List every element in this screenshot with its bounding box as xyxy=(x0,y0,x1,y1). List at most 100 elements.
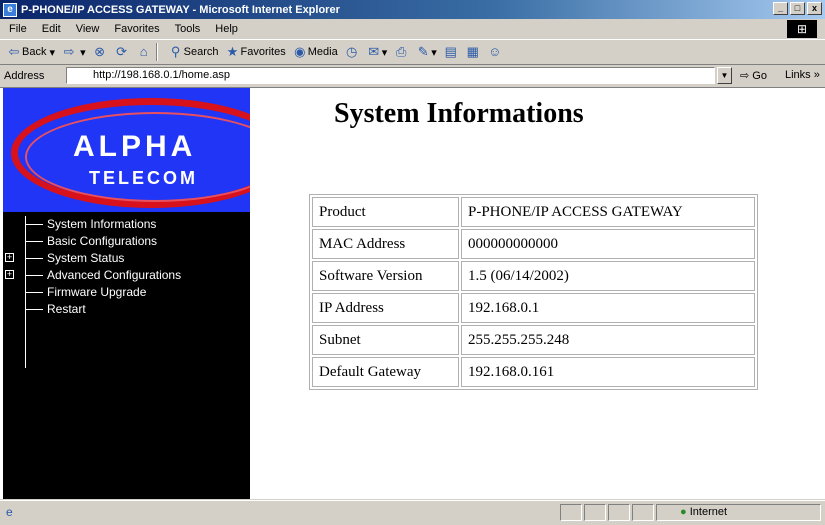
page-title: System Informations xyxy=(334,98,584,129)
favorites-button[interactable]: ★ Favorites xyxy=(224,44,286,60)
print-button[interactable]: ⎙ xyxy=(393,44,409,60)
refresh-icon: ⟳ xyxy=(116,44,128,59)
internet-zone: ● Internet xyxy=(680,506,727,518)
sidebar-item-label: Firmware Upgrade xyxy=(47,285,147,299)
history-icon: ◷ xyxy=(346,44,358,59)
status-cell xyxy=(584,504,606,521)
refresh-button[interactable]: ⟳ xyxy=(114,44,130,60)
discuss-icon: ▤ xyxy=(444,44,457,59)
edit-button[interactable]: ✎ ▾ xyxy=(415,44,437,60)
menu-help[interactable]: Help xyxy=(215,23,238,35)
home-button[interactable]: ⌂ xyxy=(136,44,152,60)
status-bar: e ● Internet xyxy=(0,500,825,525)
sidebar-item-label: Advanced Configurations xyxy=(47,268,182,282)
row-value: 255.255.255.248 xyxy=(461,325,755,355)
status-cell xyxy=(560,504,582,521)
sidebar-item-restart[interactable]: Restart xyxy=(3,301,250,318)
row-value: 192.168.0.161 xyxy=(461,357,755,387)
standard-toolbar: ⇦ Back ▾ ⇨ ▾ ⊗ ⟳ ⌂ ⚲ Search ★ Favorites ◉ Me… xyxy=(0,40,825,65)
address-dropdown-button[interactable]: ▼ xyxy=(717,67,732,84)
status-cell xyxy=(632,504,654,521)
minimize-button[interactable]: _ xyxy=(773,2,788,15)
window-title: P-PHONE/IP ACCESS GATEWAY - Microsoft In… xyxy=(21,3,340,16)
search-button[interactable]: ⚲ Search xyxy=(168,44,219,60)
windows-logo-icon: ⊞ xyxy=(787,20,817,38)
stop-button[interactable]: ⊗ xyxy=(92,44,108,60)
menu-file[interactable]: File xyxy=(9,23,27,35)
globe-icon: ● xyxy=(680,506,687,518)
address-input[interactable]: http://198.168.0.1/home.asp xyxy=(66,67,715,84)
close-button[interactable]: x xyxy=(807,2,822,15)
row-value: 000000000000 xyxy=(461,229,755,259)
discuss-button[interactable]: ▤ xyxy=(443,44,459,60)
logo-line1: ALPHA xyxy=(73,130,197,163)
sidebar-item-basic-configurations[interactable]: Basic Configurations xyxy=(3,233,250,250)
media-label: Media xyxy=(307,46,338,58)
zone-label: Internet xyxy=(689,506,728,518)
row-key: Software Version xyxy=(312,261,459,291)
row-key: IP Address xyxy=(312,293,459,323)
forward-button[interactable]: ⇨ ▾ xyxy=(61,44,86,60)
history-button[interactable]: ◷ xyxy=(344,44,360,60)
back-arrow-icon: ⇦ xyxy=(8,44,20,59)
address-label: Address xyxy=(4,70,45,82)
address-bar: Address http://198.168.0.1/home.asp ▼ ⇨ … xyxy=(0,65,825,88)
system-info-table: Product P-PHONE/IP ACCESS GATEWAY MAC Ad… xyxy=(309,194,758,390)
mail-button[interactable]: ✉ ▾ xyxy=(366,44,387,60)
toolbar-separator xyxy=(155,43,158,61)
nav-tree: System Informations Basic Configurations… xyxy=(3,216,250,318)
forward-arrow-icon: ⇨ xyxy=(63,44,75,59)
logo-line2: TELECOM xyxy=(89,168,198,188)
research-button[interactable]: ▦ xyxy=(465,44,481,60)
table-row: MAC Address 000000000000 xyxy=(312,229,755,259)
menu-tools[interactable]: Tools xyxy=(175,23,201,35)
sidebar-item-system-informations[interactable]: System Informations xyxy=(3,216,250,233)
sidebar-item-label: System Status xyxy=(47,251,125,265)
messenger-icon: ☺ xyxy=(488,44,502,59)
row-value: 1.5 (06/14/2002) xyxy=(461,261,755,291)
sidebar-item-firmware-upgrade[interactable]: Firmware Upgrade xyxy=(3,284,250,301)
menu-favorites[interactable]: Favorites xyxy=(114,23,159,35)
search-icon: ⚲ xyxy=(170,44,181,59)
sidebar: ALPHA TELECOM System Informations Basic … xyxy=(3,88,250,499)
row-key: Product xyxy=(312,197,459,227)
window-controls: _ □ x xyxy=(773,2,822,15)
expand-plus-icon[interactable]: + xyxy=(5,253,14,262)
row-key: MAC Address xyxy=(312,229,459,259)
maximize-button[interactable]: □ xyxy=(790,2,805,15)
table-row: Default Gateway 192.168.0.161 xyxy=(312,357,755,387)
row-value: 192.168.0.1 xyxy=(461,293,755,323)
table-row: Software Version 1.5 (06/14/2002) xyxy=(312,261,755,291)
back-button[interactable]: ⇦ Back ▾ xyxy=(6,44,56,60)
media-icon: ◉ xyxy=(294,44,306,59)
links-button[interactable]: Links » xyxy=(785,69,820,81)
media-button[interactable]: ◉ Media xyxy=(292,44,338,60)
sidebar-item-label: Basic Configurations xyxy=(47,234,158,248)
back-label: Back xyxy=(22,46,47,58)
window-titlebar[interactable]: e P-PHONE/IP ACCESS GATEWAY - Microsoft … xyxy=(0,0,825,19)
go-button[interactable]: ⇨ Go xyxy=(740,69,767,82)
messenger-button[interactable]: ☺ xyxy=(487,44,503,60)
row-key: Default Gateway xyxy=(312,357,459,387)
stop-icon: ⊗ xyxy=(94,44,106,59)
row-value: P-PHONE/IP ACCESS GATEWAY xyxy=(461,197,755,227)
table-row: Product P-PHONE/IP ACCESS GATEWAY xyxy=(312,197,755,227)
sidebar-item-label: System Informations xyxy=(47,217,157,231)
research-icon: ▦ xyxy=(466,44,479,59)
status-cell xyxy=(608,504,630,521)
print-icon: ⎙ xyxy=(396,44,407,59)
alpha-telecom-logo: ALPHA TELECOM xyxy=(3,88,250,212)
go-label: Go xyxy=(752,70,767,82)
menu-edit[interactable]: Edit xyxy=(42,23,61,35)
menu-bar: File Edit View Favorites Tools Help ⊞ xyxy=(0,19,825,40)
expand-plus-icon[interactable]: + xyxy=(5,270,14,279)
search-label: Search xyxy=(183,46,219,58)
menu-view[interactable]: View xyxy=(76,23,100,35)
sidebar-item-advanced-configurations[interactable]: + Advanced Configurations xyxy=(3,267,250,284)
page-status-icon: e xyxy=(6,505,13,519)
row-key: Subnet xyxy=(312,325,459,355)
ie-app-icon[interactable]: e xyxy=(3,2,17,17)
sidebar-item-system-status[interactable]: + System Status xyxy=(3,250,250,267)
sidebar-item-label: Restart xyxy=(47,302,86,316)
table-row: Subnet 255.255.255.248 xyxy=(312,325,755,355)
